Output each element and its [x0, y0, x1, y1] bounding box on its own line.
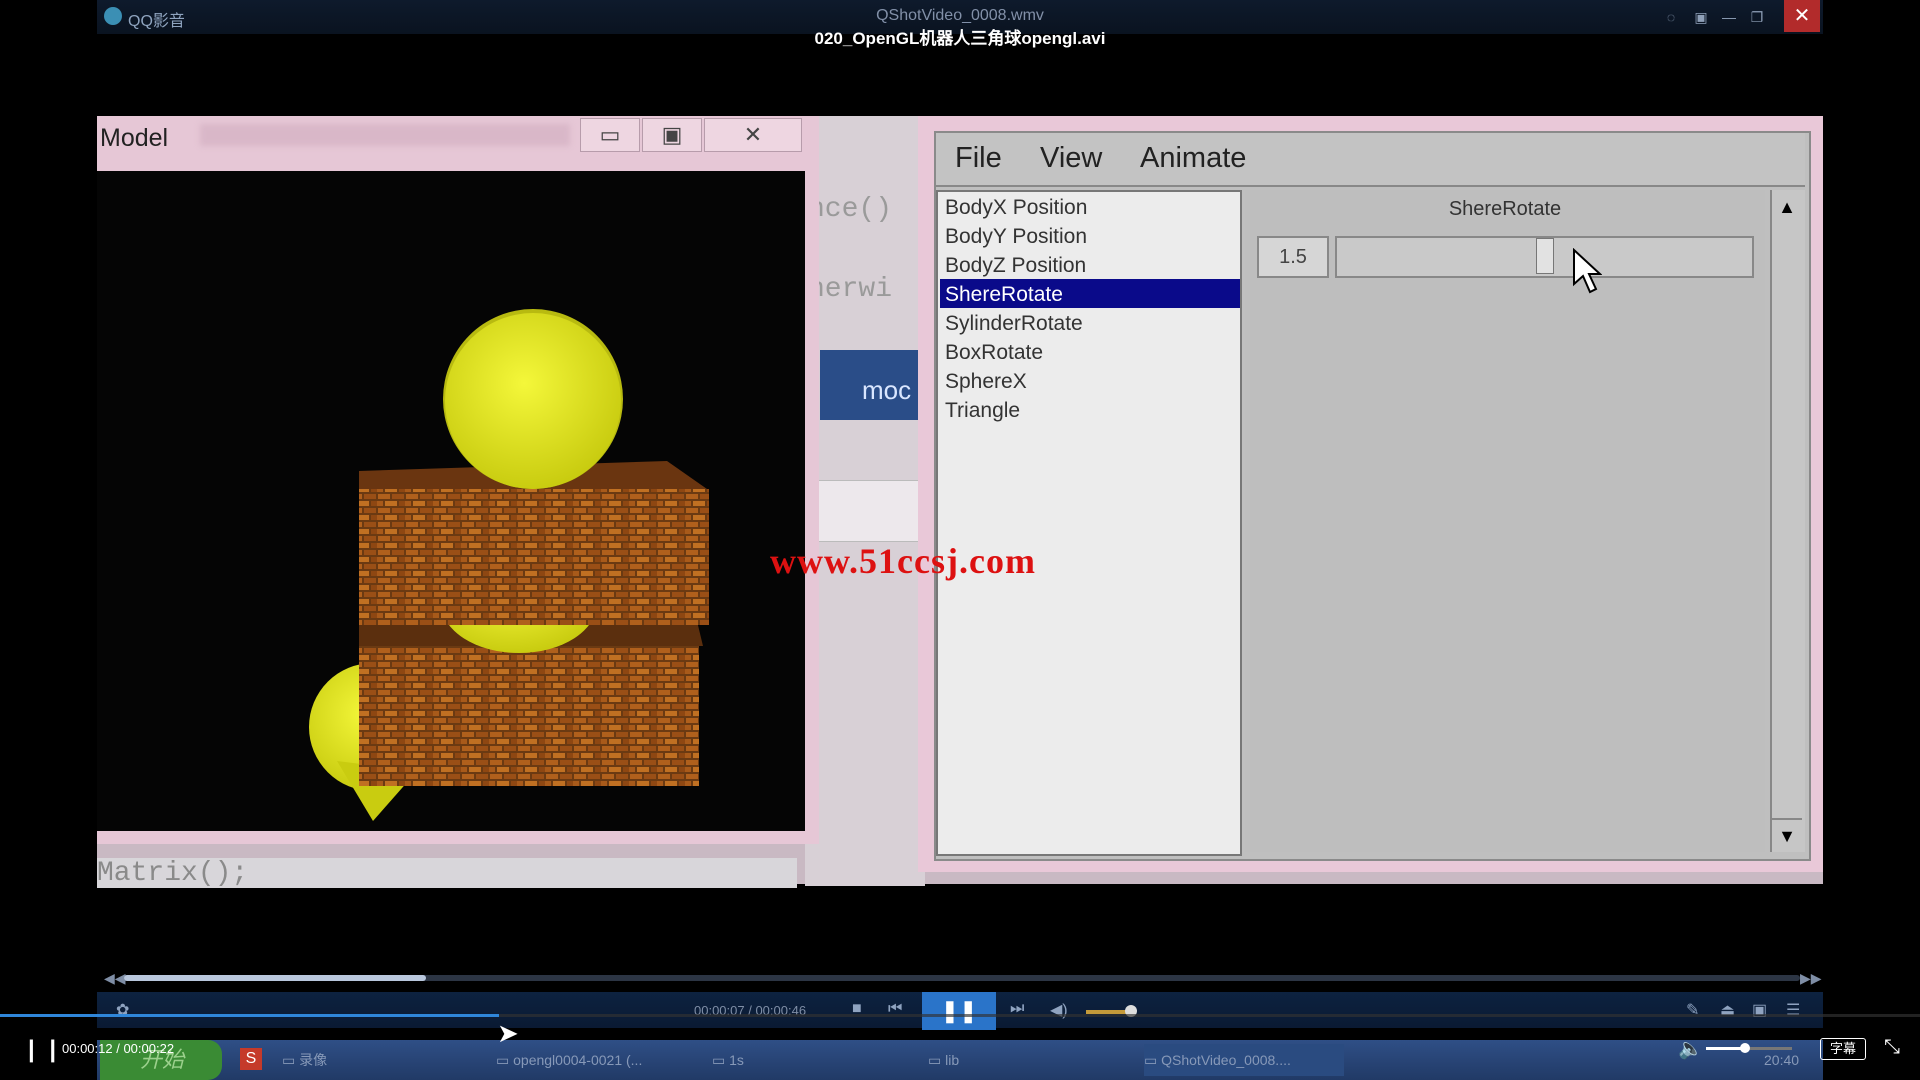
rewind-icon[interactable]: ◀◀ [104, 970, 126, 987]
taskbar-item-label: QShotVideo_0008.... [1161, 1052, 1291, 1068]
list-item[interactable]: SphereX [945, 367, 1027, 396]
recorded-seek-fill [124, 975, 426, 981]
slider-value-field[interactable]: 1.5 [1257, 236, 1329, 278]
opengl-canvas [97, 171, 805, 831]
taskbar-item[interactable]: ▭ 录像 [282, 1044, 482, 1076]
pause-icon[interactable]: ❚❚ [922, 992, 996, 1030]
scene-render [309, 309, 709, 821]
model-title-blur [200, 124, 570, 146]
code-line: nce() [808, 194, 893, 225]
volume-fill [1706, 1047, 1745, 1050]
box-upper [359, 489, 709, 625]
editor-button: moc [820, 350, 930, 420]
playlist-icon[interactable]: ☰ [1786, 1000, 1800, 1020]
box-lower [359, 646, 699, 786]
taskbar-item-label: opengl0004-0021 (... [513, 1052, 643, 1068]
list-item[interactable]: BodyX Position [945, 193, 1087, 222]
taskbar-item[interactable]: ▭ opengl0004-0021 (... [496, 1044, 696, 1076]
paw-icon[interactable]: ✿ [116, 1000, 129, 1020]
taskbar-item[interactable]: ▭ QShotVideo_0008.... [1144, 1044, 1344, 1076]
menu-file[interactable]: File [955, 142, 1002, 175]
tools-icon[interactable]: ✎ [1686, 1000, 1699, 1020]
menu-animate[interactable]: Animate [1140, 142, 1246, 175]
taskbar-item[interactable]: ▭ lib [928, 1044, 1128, 1076]
maximize-icon[interactable]: ▣ [642, 118, 702, 152]
code-line: nerwi [808, 274, 893, 305]
pause-icon[interactable]: | | [28, 1036, 60, 1064]
video-title: 020_OpenGL机器人三角球opengl.avi [814, 29, 1106, 48]
list-item[interactable]: Triangle [945, 396, 1020, 425]
mouse-cursor-icon: ➤ [497, 1018, 519, 1048]
close-icon[interactable]: ✕ [704, 118, 802, 152]
taskbar-item-label: 1s [729, 1052, 744, 1068]
exit-fullscreen-icon[interactable]: ⤡ [1884, 1036, 1900, 1059]
watermark: www.51ccsj.com [770, 541, 1036, 581]
taskbar-item-label: 录像 [299, 1052, 328, 1068]
editor-button-label: moc [862, 375, 912, 405]
forward-icon[interactable]: ▶▶ [1800, 970, 1822, 987]
vertical-scrollbar[interactable] [1770, 190, 1805, 852]
slider-title: ShereRotate [1448, 198, 1562, 220]
screenshot-icon[interactable]: ▣ [1752, 1000, 1767, 1020]
slider-pane [1245, 190, 1765, 852]
list-item[interactable]: BodyZ Position [945, 251, 1086, 280]
model-window-title: Model [100, 124, 169, 152]
list-item[interactable]: ShereRotate [945, 280, 1063, 309]
sphere-top [445, 313, 621, 489]
subtitle-button[interactable]: 字幕 [1820, 1038, 1866, 1060]
volume-icon[interactable]: 🔈 [1678, 1036, 1703, 1061]
volume-icon[interactable]: ◀) [1050, 1000, 1068, 1020]
volume-knob[interactable] [1739, 1043, 1750, 1053]
mouse-cursor-icon [1573, 248, 1602, 294]
menu-view[interactable]: View [1040, 142, 1102, 175]
slider-thumb[interactable] [1536, 238, 1554, 274]
playback-time: 00:00:12 / 00:00:22 [62, 1041, 175, 1056]
taskbar-item-label: lib [945, 1052, 960, 1068]
progress-fill [0, 1014, 500, 1017]
scroll-up-icon[interactable]: ▲ [1772, 192, 1802, 222]
minimize-icon[interactable]: ▭ [580, 118, 640, 152]
list-item[interactable]: SylinderRotate [945, 309, 1083, 338]
eject-icon[interactable]: ⏏ [1720, 1000, 1735, 1020]
list-item[interactable]: BoxRotate [945, 338, 1043, 367]
qq-player-logo-icon [104, 7, 122, 25]
scroll-down-icon[interactable]: ▼ [1772, 818, 1802, 852]
taskbar-item[interactable]: ▭ 1s [712, 1044, 912, 1076]
list-item[interactable]: BodyY Position [945, 222, 1087, 251]
recorded-file-title: QShotVideo_0008.wmv [876, 7, 1044, 24]
app-s-icon[interactable]: S [240, 1048, 262, 1070]
editor-panel-strip [805, 480, 925, 542]
code-line: Matrix(); [97, 858, 797, 889]
